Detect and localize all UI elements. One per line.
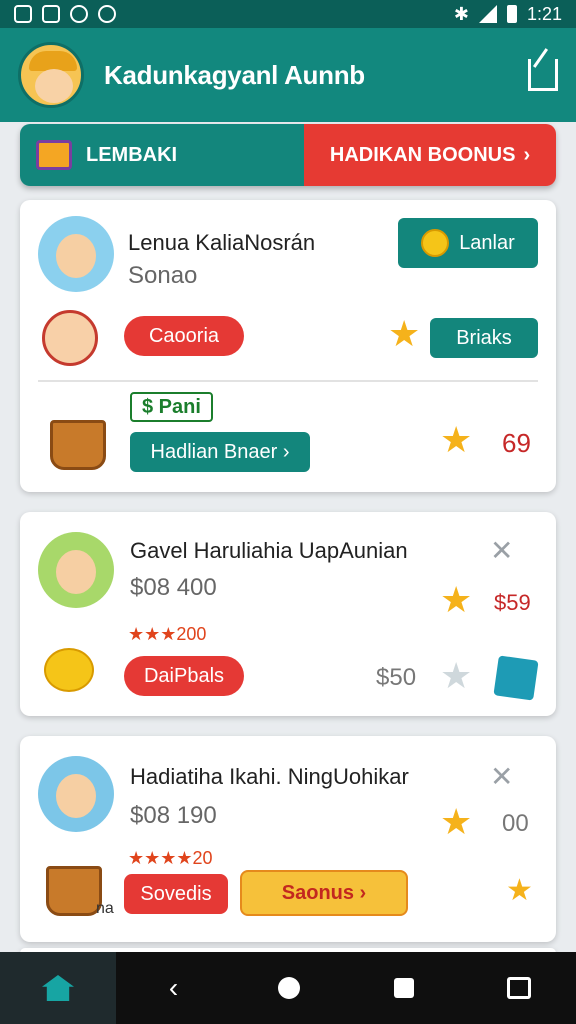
home-icon: [42, 975, 74, 1001]
card-title: Hadiatiha Ikahi. NingUohikar: [130, 764, 409, 789]
star-icon: ★: [388, 313, 421, 354]
avatar[interactable]: [18, 42, 84, 108]
circle-icon: [277, 977, 300, 999]
chevron-right-icon: ›: [523, 143, 531, 166]
card-avatar: [38, 216, 114, 292]
signal-icon: [478, 5, 497, 23]
divider: [38, 380, 538, 382]
camera-icon: [98, 5, 116, 23]
nav-home-circle[interactable]: [231, 952, 346, 1024]
image-icon: [42, 5, 60, 23]
card-2[interactable]: Gavel Haruliahia UapAunian ✕ $08 400 ★ $…: [20, 512, 556, 716]
star-icon: ★: [440, 419, 473, 460]
card-avatar: [38, 756, 114, 832]
card-price: $08 400: [130, 574, 217, 601]
coin-icon: [44, 648, 94, 692]
coin-icon: [421, 229, 450, 257]
bluetooth-icon: ✱: [453, 3, 469, 24]
battery-icon: [506, 5, 517, 23]
box-icon: [493, 655, 539, 701]
lanlar-button[interactable]: Lanlar: [398, 218, 538, 268]
card-1[interactable]: Lenua KaliaNosrán Sonao Lanlar Caooria ★…: [20, 200, 556, 492]
card-title: Lenua KaliaNosrán: [128, 230, 316, 255]
sovedis-button[interactable]: Sovedis: [124, 874, 228, 914]
back-icon: ‹: [168, 972, 179, 1003]
daipbals-button[interactable]: DaiPbals: [124, 656, 244, 696]
star-outline-icon: ★: [440, 655, 473, 696]
close-icon[interactable]: ✕: [490, 760, 513, 793]
bucket-icon: [46, 866, 102, 916]
bottom-nav: ‹: [0, 952, 576, 1024]
square-icon: [393, 978, 414, 998]
app-title: Kadunkagyanl Aunnb: [104, 59, 365, 90]
bag-icon: [506, 977, 531, 999]
hadlian-label: Hadlian Bnaer ›: [150, 440, 290, 463]
star-icon: ★: [440, 579, 473, 620]
notification-icon: [14, 5, 32, 23]
status-time: 1:21: [526, 3, 562, 24]
briaks-label: Briaks: [456, 326, 512, 349]
status-bar: ✱ 1:21: [0, 0, 576, 28]
price-tag: $ Pani: [130, 392, 213, 422]
share-icon[interactable]: [528, 59, 558, 91]
tab-bonus[interactable]: HADIKAN BOONUS ›: [304, 124, 556, 186]
nav-recents[interactable]: [346, 952, 461, 1024]
card-number: 69: [502, 428, 531, 458]
card-subtitle: Sonao: [128, 262, 198, 289]
hadlian-button[interactable]: Hadlian Bnaer ›: [130, 432, 310, 472]
card-right-number: 00: [502, 810, 529, 837]
card-price: $08 190: [130, 802, 217, 829]
nav-bag[interactable]: [461, 952, 576, 1024]
rating: ★★★★20: [128, 848, 213, 868]
small-label: na: [96, 900, 114, 917]
card-3[interactable]: Hadiatiha Ikahi. NingUohikar ✕ $08 190 ★…: [20, 736, 556, 942]
tab-bar: LEMBAKI HADIKAN BOONUS ›: [20, 124, 556, 186]
card-title: Gavel Haruliahia UapAunian: [130, 538, 408, 563]
tab-bonus-label: HADIKAN BOONUS: [329, 143, 516, 166]
card-bottom-price: $50: [376, 664, 417, 691]
status-icons-left: [14, 5, 116, 23]
lanlar-label: Lanlar: [459, 231, 515, 254]
close-icon[interactable]: ✕: [490, 534, 513, 567]
tab-lembaki-label: LEMBAKI: [86, 143, 178, 166]
coin-bucket-icon: [50, 420, 106, 470]
sync-icon: [70, 5, 88, 23]
briaks-button[interactable]: Briaks: [430, 318, 538, 358]
rating: ★★★200: [128, 624, 207, 644]
tab-lembaki[interactable]: LEMBAKI: [20, 124, 304, 186]
nav-home[interactable]: [0, 952, 116, 1024]
nav-back[interactable]: ‹: [116, 952, 231, 1024]
app-bar: Kadunkagyanl Aunnb: [0, 28, 576, 122]
star-icon: ★: [440, 801, 473, 842]
character-icon: [42, 310, 98, 366]
star-icon: ★: [506, 874, 533, 907]
caooria-button[interactable]: Caooria: [124, 316, 244, 356]
saonus-button[interactable]: Saonus ›: [240, 870, 408, 916]
gift-icon: [36, 140, 72, 170]
status-icons-right: ✱ 1:21: [454, 4, 562, 25]
card-avatar: [38, 532, 114, 608]
card-right-price: $59: [494, 590, 531, 615]
